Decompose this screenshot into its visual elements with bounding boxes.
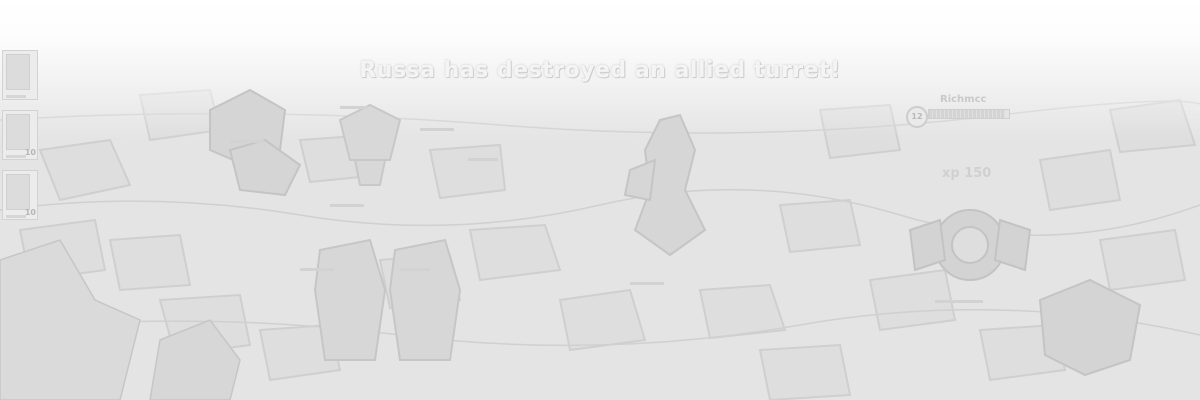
card-count: 10: [24, 208, 36, 217]
enemy-turret: [1038, 278, 1142, 377]
unit-card[interactable]: 10: [2, 170, 38, 220]
enemy-champion: [908, 209, 1032, 281]
enemy-champion-frame[interactable]: Richmcc 12: [906, 94, 1016, 134]
unit-card[interactable]: 10: [2, 110, 38, 160]
unit-health-bar: [330, 204, 364, 207]
card-health-bar: [6, 215, 26, 218]
unit-health-bar: [400, 268, 430, 271]
unit-health-bar: [630, 282, 664, 285]
card-health-bar: [6, 155, 26, 158]
enemy-health-fill: [929, 110, 1005, 118]
unit-health-bar: [420, 128, 454, 131]
unit-health-bar: [935, 300, 983, 303]
unit-health-bar: [468, 158, 498, 161]
card-golem-icon: [6, 174, 30, 210]
unit-health-bar: [230, 140, 264, 143]
card-archer-icon: [6, 114, 30, 150]
enemy-champion-name: Richmcc: [940, 94, 987, 105]
card-health-bar: [6, 95, 26, 98]
level-badge-icon: 12: [906, 106, 928, 128]
card-count: 10: [24, 148, 36, 157]
card-minion-icon: [6, 54, 30, 90]
unit-card[interactable]: [2, 50, 38, 100]
allied-caster-minion: [338, 103, 402, 186]
unit-health-bar: [300, 268, 334, 271]
enemy-health-bar: [928, 109, 1010, 119]
allied-champion: [623, 113, 707, 257]
allied-turret: [313, 238, 462, 361]
floating-combat-text: xp 150: [942, 166, 992, 181]
unit-health-bar: [340, 106, 368, 109]
kill-announcement: Russa has destroyed an allied turret!: [359, 58, 841, 83]
unit-card-panel: 10 10: [2, 50, 38, 230]
game-viewport[interactable]: 10 10 Russa has destroyed an allied turr…: [0, 0, 1200, 400]
